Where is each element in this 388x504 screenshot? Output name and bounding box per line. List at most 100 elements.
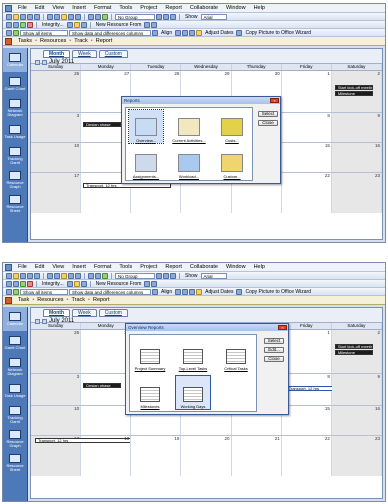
day-cell[interactable]: 22 — [282, 436, 332, 476]
table-icon[interactable] — [66, 280, 73, 287]
menu-collaborate[interactable]: Collaborate — [186, 5, 222, 11]
sidebar-item-tracking[interactable]: Tracking Gantt — [3, 144, 27, 168]
hide-subtasks-icon[interactable] — [27, 21, 33, 28]
day-cell[interactable]: 8 Transport, 12 hrs — [282, 374, 364, 405]
split-icon[interactable] — [102, 272, 108, 279]
link-icon[interactable] — [88, 13, 94, 20]
compare-icon[interactable] — [6, 29, 12, 36]
menu-report[interactable]: Report — [161, 5, 186, 11]
sidebar-item-task-usage[interactable]: Task Usage — [3, 379, 27, 403]
indent-icon[interactable] — [13, 280, 19, 287]
task-bar-design[interactable]: Design phase — [83, 383, 122, 388]
task-bar-kickoff[interactable]: Start kick-off meeting — [334, 344, 373, 349]
menu-view[interactable]: View — [48, 5, 68, 11]
preview-icon[interactable] — [34, 13, 40, 20]
undo-icon[interactable] — [68, 272, 74, 279]
menu-insert[interactable]: Insert — [68, 5, 90, 11]
integrity-label[interactable]: Integrity... — [40, 22, 66, 28]
adjust-dates-button[interactable]: Adjust Dates — [203, 289, 235, 295]
report-working-days[interactable]: Working Days — [175, 375, 211, 410]
copy-picture-icon[interactable] — [236, 29, 243, 36]
prev-month-icon[interactable] — [35, 59, 40, 65]
refresh-icon[interactable] — [152, 288, 158, 295]
day-cell[interactable]: 3 — [31, 113, 82, 142]
day-cell[interactable]: 10 — [31, 143, 82, 172]
select-button[interactable]: Select — [258, 111, 278, 117]
day-cell[interactable]: 1 — [282, 71, 332, 112]
sidebar-item-calendar[interactable]: Calendar — [3, 48, 27, 72]
chart-icon[interactable] — [73, 280, 80, 287]
day-cell[interactable]: 16 — [331, 143, 382, 172]
print-icon[interactable] — [27, 272, 33, 279]
report-top-level-tasks[interactable]: Top-Level Tasks — [176, 338, 210, 371]
show-label[interactable]: Show — [183, 273, 200, 279]
tab-week[interactable]: Week — [72, 50, 97, 58]
font-dropdown[interactable]: Arial — [200, 272, 227, 279]
align-left-icon[interactable] — [175, 29, 182, 36]
group-dropdown[interactable]: No Group — [115, 272, 155, 279]
next-month-icon[interactable] — [42, 59, 47, 65]
print-icon[interactable] — [27, 13, 33, 20]
status-icon[interactable] — [13, 29, 19, 36]
menu-window[interactable]: Window — [222, 5, 250, 11]
day-cell[interactable]: 15 — [282, 406, 332, 435]
new-resource-label[interactable]: New Resource From — [94, 281, 144, 287]
close-icon[interactable]: × — [278, 325, 287, 330]
day-cell[interactable]: 20 — [181, 436, 232, 476]
people-icon[interactable] — [144, 21, 151, 28]
view-report[interactable]: Report — [90, 297, 113, 303]
cut-icon[interactable] — [47, 13, 53, 20]
next-month-icon[interactable] — [42, 318, 47, 324]
tab-custom[interactable]: Custom — [98, 309, 128, 317]
align-right-icon[interactable] — [189, 288, 196, 295]
bullet-icon[interactable] — [151, 280, 158, 287]
calendar-icon[interactable] — [80, 280, 87, 287]
sidebar-item-resource-sheet[interactable]: Resource Sheet — [3, 192, 27, 216]
font-dropdown[interactable]: Arial — [200, 13, 227, 20]
day-cell[interactable]: 23 — [331, 173, 382, 213]
day-cell[interactable]: 9 — [331, 113, 382, 142]
calendar-icon[interactable] — [80, 21, 87, 28]
adjust-dates-icon[interactable] — [196, 29, 203, 36]
sidebar-item-gantt[interactable]: Gantt Chart — [3, 331, 27, 355]
day-cell[interactable]: 27 — [81, 330, 132, 373]
day-cell[interactable]: 4 Design phase — [81, 374, 132, 405]
show-label[interactable]: Show — [183, 14, 200, 20]
paste-icon[interactable] — [61, 272, 67, 279]
view-tasks[interactable]: Tasks — [15, 38, 35, 44]
align-center-icon[interactable] — [182, 288, 189, 295]
goto-task-icon[interactable] — [170, 13, 176, 20]
menu-tools[interactable]: Tools — [115, 5, 136, 11]
table-icon[interactable] — [66, 21, 73, 28]
save-icon[interactable] — [20, 272, 26, 279]
menu-view[interactable]: View — [48, 264, 68, 270]
day-cell[interactable]: 2 Start kick-off meeting Milestone — [331, 71, 382, 112]
close-button[interactable]: Close — [264, 356, 284, 362]
day-cell[interactable]: 2 Start kick-off meeting Milestone — [331, 330, 382, 373]
new-icon[interactable] — [6, 13, 12, 20]
sidebar-item-resource-sheet[interactable]: Resource Sheet — [3, 451, 27, 475]
adjust-dates-button[interactable]: Adjust Dates — [203, 30, 235, 36]
copy-icon[interactable] — [54, 13, 60, 20]
sidebar-item-network[interactable]: Network Diagram — [3, 96, 27, 120]
integrity-label[interactable]: Integrity... — [40, 281, 66, 287]
redo-icon[interactable] — [75, 272, 81, 279]
report-critical-tasks[interactable]: Critical Tasks — [219, 338, 253, 371]
differences-dropdown[interactable]: Show data and differences columns — [69, 288, 151, 295]
hide-subtasks-icon[interactable] — [27, 280, 33, 287]
day-cell[interactable]: 8 — [282, 113, 332, 142]
day-cell[interactable]: 26 — [31, 71, 82, 112]
task-bar-milestone[interactable]: Milestone — [334, 91, 373, 96]
day-cell[interactable]: 15 — [282, 143, 332, 172]
sidebar-item-resource-graph[interactable]: Resource Graph — [3, 427, 27, 451]
view-report[interactable]: Report — [93, 38, 116, 44]
menu-edit[interactable]: Edit — [31, 5, 48, 11]
menu-format[interactable]: Format — [90, 264, 115, 270]
day-cell[interactable]: 10 — [31, 406, 82, 435]
goto-task-icon[interactable] — [170, 272, 176, 279]
view-track[interactable]: Track — [71, 38, 91, 44]
day-cell[interactable]: 17 Transport, 12 hrs — [31, 436, 131, 476]
day-cell[interactable]: 21 — [232, 436, 282, 476]
compare-icon[interactable] — [6, 288, 12, 295]
new-resource-label[interactable]: New Resource From — [94, 22, 144, 28]
